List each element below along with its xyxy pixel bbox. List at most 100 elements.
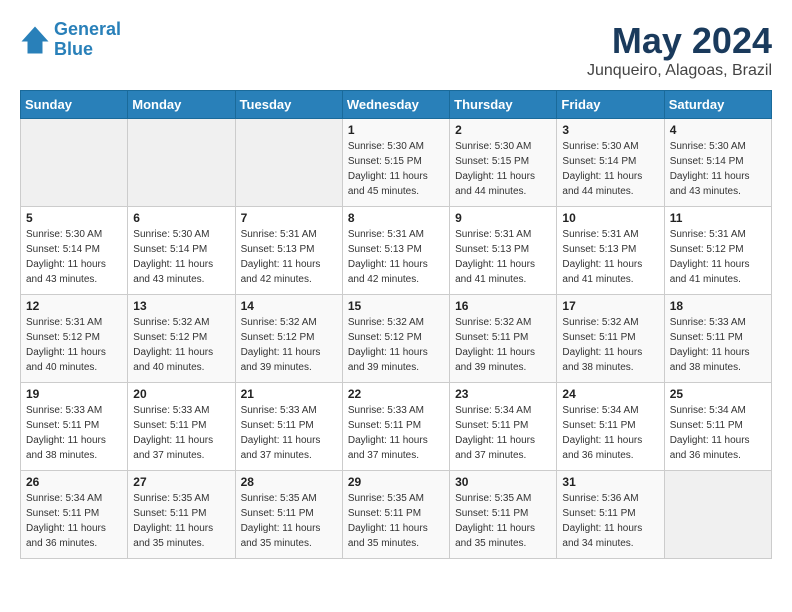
- day-info: Sunrise: 5:31 AMSunset: 5:13 PMDaylight:…: [241, 227, 337, 287]
- day-info: Sunrise: 5:33 AMSunset: 5:11 PMDaylight:…: [348, 403, 444, 463]
- calendar-cell: 3 Sunrise: 5:30 AMSunset: 5:14 PMDaylight…: [557, 119, 664, 207]
- calendar-cell: 2 Sunrise: 5:30 AMSunset: 5:15 PMDaylight…: [450, 119, 557, 207]
- weekday-header-saturday: Saturday: [664, 91, 771, 119]
- day-info: Sunrise: 5:34 AMSunset: 5:11 PMDaylight:…: [562, 403, 658, 463]
- day-number: 19: [26, 387, 122, 401]
- calendar-cell: [664, 471, 771, 559]
- day-number: 8: [348, 211, 444, 225]
- calendar-cell: 8 Sunrise: 5:31 AMSunset: 5:13 PMDaylight…: [342, 207, 449, 295]
- day-number: 17: [562, 299, 658, 313]
- weekday-header-thursday: Thursday: [450, 91, 557, 119]
- day-info: Sunrise: 5:33 AMSunset: 5:11 PMDaylight:…: [26, 403, 122, 463]
- day-number: 16: [455, 299, 551, 313]
- calendar-week-row: 26 Sunrise: 5:34 AMSunset: 5:11 PMDayligh…: [21, 471, 772, 559]
- title-area: May 2024 Junqueiro, Alagoas, Brazil: [587, 20, 772, 80]
- day-info: Sunrise: 5:31 AMSunset: 5:13 PMDaylight:…: [348, 227, 444, 287]
- day-info: Sunrise: 5:34 AMSunset: 5:11 PMDaylight:…: [670, 403, 766, 463]
- day-number: 22: [348, 387, 444, 401]
- day-info: Sunrise: 5:34 AMSunset: 5:11 PMDaylight:…: [455, 403, 551, 463]
- calendar-cell: 24 Sunrise: 5:34 AMSunset: 5:11 PMDayligh…: [557, 383, 664, 471]
- weekday-header-friday: Friday: [557, 91, 664, 119]
- weekday-header-monday: Monday: [128, 91, 235, 119]
- calendar-cell: 1 Sunrise: 5:30 AMSunset: 5:15 PMDaylight…: [342, 119, 449, 207]
- day-info: Sunrise: 5:30 AMSunset: 5:15 PMDaylight:…: [455, 139, 551, 199]
- calendar-cell: 4 Sunrise: 5:30 AMSunset: 5:14 PMDaylight…: [664, 119, 771, 207]
- day-info: Sunrise: 5:33 AMSunset: 5:11 PMDaylight:…: [133, 403, 229, 463]
- calendar-cell: 13 Sunrise: 5:32 AMSunset: 5:12 PMDayligh…: [128, 295, 235, 383]
- day-info: Sunrise: 5:31 AMSunset: 5:13 PMDaylight:…: [455, 227, 551, 287]
- calendar-cell: 15 Sunrise: 5:32 AMSunset: 5:12 PMDayligh…: [342, 295, 449, 383]
- calendar-cell: 16Sunrise: 5:32 AMSunset: 5:11 PMDayligh…: [450, 295, 557, 383]
- calendar-table: SundayMondayTuesdayWednesdayThursdayFrid…: [20, 90, 772, 559]
- day-number: 12: [26, 299, 122, 313]
- calendar-cell: 20 Sunrise: 5:33 AMSunset: 5:11 PMDayligh…: [128, 383, 235, 471]
- day-number: 11: [670, 211, 766, 225]
- logo-text: General Blue: [54, 20, 121, 60]
- calendar-cell: 11Sunrise: 5:31 AMSunset: 5:12 PMDayligh…: [664, 207, 771, 295]
- day-number: 4: [670, 123, 766, 137]
- day-info: Sunrise: 5:31 AMSunset: 5:13 PMDaylight:…: [562, 227, 658, 287]
- day-info: Sunrise: 5:32 AMSunset: 5:12 PMDaylight:…: [133, 315, 229, 375]
- day-number: 2: [455, 123, 551, 137]
- calendar-cell: 26 Sunrise: 5:34 AMSunset: 5:11 PMDayligh…: [21, 471, 128, 559]
- calendar-week-row: 5 Sunrise: 5:30 AMSunset: 5:14 PMDaylight…: [21, 207, 772, 295]
- calendar-cell: 18 Sunrise: 5:33 AMSunset: 5:11 PMDayligh…: [664, 295, 771, 383]
- day-number: 23: [455, 387, 551, 401]
- day-number: 5: [26, 211, 122, 225]
- calendar-cell: 29 Sunrise: 5:35 AMSunset: 5:11 PMDayligh…: [342, 471, 449, 559]
- day-number: 7: [241, 211, 337, 225]
- day-info: Sunrise: 5:36 AMSunset: 5:11 PMDaylight:…: [562, 491, 658, 551]
- calendar-cell: 19 Sunrise: 5:33 AMSunset: 5:11 PMDayligh…: [21, 383, 128, 471]
- day-info: Sunrise: 5:35 AMSunset: 5:11 PMDaylight:…: [348, 491, 444, 551]
- day-number: 10: [562, 211, 658, 225]
- day-number: 27: [133, 475, 229, 489]
- day-info: Sunrise: 5:30 AMSunset: 5:14 PMDaylight:…: [133, 227, 229, 287]
- day-info: Sunrise: 5:32 AMSunset: 5:12 PMDaylight:…: [348, 315, 444, 375]
- day-info: Sunrise: 5:30 AMSunset: 5:14 PMDaylight:…: [26, 227, 122, 287]
- calendar-cell: 22 Sunrise: 5:33 AMSunset: 5:11 PMDayligh…: [342, 383, 449, 471]
- calendar-cell: 6Sunrise: 5:30 AMSunset: 5:14 PMDaylight…: [128, 207, 235, 295]
- day-number: 24: [562, 387, 658, 401]
- day-number: 20: [133, 387, 229, 401]
- calendar-cell: 31 Sunrise: 5:36 AMSunset: 5:11 PMDayligh…: [557, 471, 664, 559]
- weekday-header-row: SundayMondayTuesdayWednesdayThursdayFrid…: [21, 91, 772, 119]
- calendar-week-row: 19 Sunrise: 5:33 AMSunset: 5:11 PMDayligh…: [21, 383, 772, 471]
- day-info: Sunrise: 5:30 AMSunset: 5:14 PMDaylight:…: [670, 139, 766, 199]
- calendar-week-row: 12Sunrise: 5:31 AMSunset: 5:12 PMDayligh…: [21, 295, 772, 383]
- calendar-cell: 14Sunrise: 5:32 AMSunset: 5:12 PMDayligh…: [235, 295, 342, 383]
- day-number: 21: [241, 387, 337, 401]
- day-number: 15: [348, 299, 444, 313]
- day-number: 3: [562, 123, 658, 137]
- day-number: 14: [241, 299, 337, 313]
- day-number: 9: [455, 211, 551, 225]
- day-info: Sunrise: 5:35 AMSunset: 5:11 PMDaylight:…: [133, 491, 229, 551]
- page-header: General Blue May 2024 Junqueiro, Alagoas…: [20, 20, 772, 80]
- day-info: Sunrise: 5:33 AMSunset: 5:11 PMDaylight:…: [241, 403, 337, 463]
- day-info: Sunrise: 5:34 AMSunset: 5:11 PMDaylight:…: [26, 491, 122, 551]
- day-number: 1: [348, 123, 444, 137]
- day-info: Sunrise: 5:35 AMSunset: 5:11 PMDaylight:…: [241, 491, 337, 551]
- calendar-cell: 9 Sunrise: 5:31 AMSunset: 5:13 PMDaylight…: [450, 207, 557, 295]
- calendar-cell: 21 Sunrise: 5:33 AMSunset: 5:11 PMDayligh…: [235, 383, 342, 471]
- calendar-cell: 10 Sunrise: 5:31 AMSunset: 5:13 PMDayligh…: [557, 207, 664, 295]
- calendar-title: May 2024: [587, 20, 772, 62]
- day-number: 13: [133, 299, 229, 313]
- day-number: 30: [455, 475, 551, 489]
- day-number: 29: [348, 475, 444, 489]
- day-number: 31: [562, 475, 658, 489]
- day-info: Sunrise: 5:33 AMSunset: 5:11 PMDaylight:…: [670, 315, 766, 375]
- calendar-week-row: 1 Sunrise: 5:30 AMSunset: 5:15 PMDaylight…: [21, 119, 772, 207]
- calendar-cell: 28Sunrise: 5:35 AMSunset: 5:11 PMDayligh…: [235, 471, 342, 559]
- weekday-header-sunday: Sunday: [21, 91, 128, 119]
- logo: General Blue: [20, 20, 121, 60]
- calendar-cell: 25Sunrise: 5:34 AMSunset: 5:11 PMDayligh…: [664, 383, 771, 471]
- calendar-cell: 27 Sunrise: 5:35 AMSunset: 5:11 PMDayligh…: [128, 471, 235, 559]
- calendar-cell: [21, 119, 128, 207]
- day-info: Sunrise: 5:30 AMSunset: 5:15 PMDaylight:…: [348, 139, 444, 199]
- day-number: 26: [26, 475, 122, 489]
- weekday-header-wednesday: Wednesday: [342, 91, 449, 119]
- calendar-subtitle: Junqueiro, Alagoas, Brazil: [587, 62, 772, 80]
- day-info: Sunrise: 5:30 AMSunset: 5:14 PMDaylight:…: [562, 139, 658, 199]
- calendar-cell: 30Sunrise: 5:35 AMSunset: 5:11 PMDayligh…: [450, 471, 557, 559]
- day-number: 18: [670, 299, 766, 313]
